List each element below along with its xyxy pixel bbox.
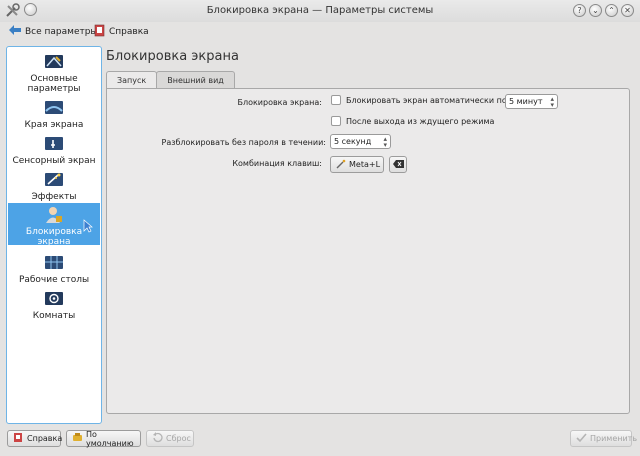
- defaults-button[interactable]: По умолчанию: [66, 429, 141, 448]
- title-bar: Блокировка экрана — Параметры системы ? …: [0, 0, 640, 22]
- sidebar-item-general[interactable]: Основные параметры: [8, 53, 100, 94]
- sidebar-item-activities[interactable]: Комнаты: [8, 290, 100, 321]
- activities-icon: [44, 290, 64, 308]
- maximize-icon[interactable]: ⌃: [605, 4, 618, 17]
- shortcut-label: Комбинация клавиш:: [232, 159, 322, 168]
- sidebar-item-label: Основные параметры: [27, 74, 81, 94]
- settings-panel: Блокировка экрана: Блокировать экран авт…: [106, 88, 630, 414]
- clear-backspace-icon: [392, 159, 404, 170]
- shortcut-button[interactable]: Meta+L: [330, 156, 384, 173]
- grace-period-label: Разблокировать без пароля в течении:: [161, 138, 327, 147]
- desktops-icon: [44, 254, 64, 272]
- sidebar-item-label: Сенсорный экран: [12, 156, 96, 166]
- shortcut-value: Meta+L: [349, 160, 381, 169]
- auto-lock-label: Блокировать экран автоматически после:: [346, 95, 524, 105]
- apply-button-label: Применить: [590, 434, 638, 443]
- after-resume-row: После выхода из ждущего режима: [331, 116, 494, 126]
- tab-bar: Запуск Внешний вид: [106, 71, 235, 89]
- help-button[interactable]: Справка: [7, 430, 63, 447]
- apply-button[interactable]: Применить: [570, 430, 637, 447]
- help-book-icon: [13, 432, 24, 445]
- help-toolbar-button[interactable]: Справка: [93, 24, 149, 40]
- screen-edges-icon: [44, 99, 64, 117]
- reset-button[interactable]: Сброс: [146, 430, 194, 447]
- auto-lock-checkbox[interactable]: [331, 95, 341, 105]
- close-icon[interactable]: ✕: [621, 4, 634, 17]
- sidebar-item-label: Блокировка экрана: [25, 227, 83, 247]
- reset-icon: [152, 432, 163, 445]
- sidebar-item-screen-edges[interactable]: Края экрана: [8, 99, 100, 130]
- help-book-icon: [93, 24, 106, 40]
- sidebar-item-label: Комнаты: [32, 311, 76, 321]
- minimize-icon[interactable]: ⌄: [589, 4, 602, 17]
- defaults-button-label: По умолчанию: [86, 429, 134, 448]
- checkmark-icon: [576, 432, 587, 445]
- grace-period-value: 5 секунд: [334, 137, 372, 146]
- reset-button-label: Сброс: [166, 434, 191, 443]
- window-title: Блокировка экрана — Параметры системы: [206, 5, 434, 16]
- sidebar-item-label: Рабочие столы: [18, 275, 90, 285]
- page-title: Блокировка экрана: [106, 49, 239, 64]
- all-settings-button[interactable]: Все параметры: [8, 24, 98, 39]
- effects-icon: [44, 171, 64, 189]
- help-window-icon[interactable]: ?: [573, 4, 586, 17]
- mouse-pointer-icon: [83, 219, 93, 236]
- tab-appearance[interactable]: Внешний вид: [156, 71, 235, 89]
- auto-lock-timeout-spinbox[interactable]: 5 минут ▴ ▾: [505, 94, 558, 109]
- auto-lock-timeout-value: 5 минут: [509, 97, 543, 106]
- key-wand-icon: [336, 159, 346, 171]
- defaults-icon: [72, 432, 83, 445]
- after-resume-checkbox[interactable]: [331, 116, 341, 126]
- sidebar-item-touch-screen[interactable]: Сенсорный экран: [8, 135, 100, 166]
- spin-arrows-icon[interactable]: ▴ ▾: [383, 135, 387, 148]
- spin-arrows-icon[interactable]: ▴ ▾: [550, 95, 554, 108]
- help-button-label: Справка: [27, 434, 63, 443]
- touch-screen-icon: [44, 135, 64, 153]
- bottom-button-bar: Справка По умолчанию Сброс Применить: [0, 426, 640, 456]
- back-arrow-icon: [8, 24, 22, 39]
- auto-lock-row: Блокировать экран автоматически после:: [331, 95, 524, 105]
- clear-shortcut-button[interactable]: [389, 156, 407, 173]
- sidebar-item-label: Эффекты: [31, 192, 77, 202]
- tab-launch[interactable]: Запуск: [106, 71, 158, 89]
- all-settings-label: Все параметры: [25, 26, 98, 37]
- sidebar-item-desktops[interactable]: Рабочие столы: [8, 254, 100, 285]
- sidebar-item-effects[interactable]: Эффекты: [8, 171, 100, 202]
- grace-period-spinbox[interactable]: 5 секунд ▴ ▾: [330, 134, 391, 149]
- sidebar-item-label: Края экрана: [24, 120, 84, 130]
- after-resume-label: После выхода из ждущего режима: [346, 116, 495, 126]
- screen-lock-label: Блокировка экрана:: [237, 98, 322, 107]
- help-toolbar-label: Справка: [109, 27, 149, 37]
- toolbar: Все параметры Справка: [0, 22, 640, 42]
- general-settings-icon: [44, 53, 64, 71]
- screen-lock-user-icon: [44, 206, 64, 224]
